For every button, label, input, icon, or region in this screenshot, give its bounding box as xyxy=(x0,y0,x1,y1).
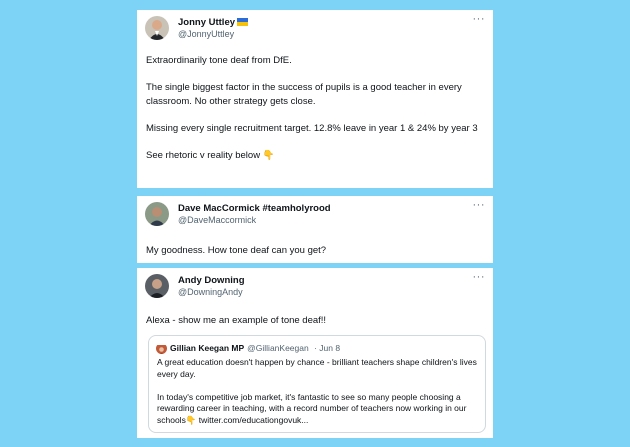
tweet-paragraph: Extraordinarily tone deaf from DfE. xyxy=(146,55,292,66)
author-handle[interactable]: @DowningAndy xyxy=(178,287,243,297)
more-options-icon[interactable]: ··· xyxy=(473,271,486,283)
tweet-paragraph-text: See rhetoric v reality below xyxy=(146,149,261,161)
quoted-paragraph: A great education doesn't happen by chan… xyxy=(157,357,477,379)
tweet-paragraph: Alexa - show me an example of tone deaf!… xyxy=(146,315,327,326)
quoted-avatar xyxy=(156,343,167,354)
tweet-text: My goodness. How tone deaf can you get? xyxy=(146,244,485,271)
author-name-text[interactable]: Jonny Uttley xyxy=(178,17,235,28)
more-options-icon[interactable]: ··· xyxy=(473,199,486,211)
author-name[interactable]: Jonny Uttley xyxy=(178,17,249,28)
avatar[interactable] xyxy=(145,16,169,40)
quoted-header: Gillian Keegan MP @GillianKeegan · Jun 8 xyxy=(170,343,340,353)
author-handle[interactable]: @JonnyUttley xyxy=(178,29,234,39)
quoted-author-name: Gillian Keegan MP xyxy=(170,343,245,353)
quoted-author-handle: @GillianKeegan xyxy=(247,343,309,353)
tweet-text: Extraordinarily tone deaf from DfE. The … xyxy=(146,54,485,176)
author-handle[interactable]: @DaveMaccormick xyxy=(178,215,256,225)
tweet-paragraph: Missing every single recruitment target.… xyxy=(146,122,478,134)
more-options-icon[interactable]: ··· xyxy=(473,13,486,25)
pointing-down-icon: 👇 xyxy=(262,149,275,161)
ukraine-flag-icon xyxy=(237,18,249,26)
avatar[interactable] xyxy=(145,202,169,226)
tweet-card[interactable]: Dave MacCormick #teamholyrood @DaveMacco… xyxy=(137,196,493,263)
tweet-card[interactable]: Andy Downing @DowningAndy ··· Alexa - sh… xyxy=(137,268,493,438)
author-name[interactable]: Andy Downing xyxy=(178,275,245,286)
avatar[interactable] xyxy=(145,274,169,298)
tweet-paragraph: The single biggest factor in the success… xyxy=(146,82,462,107)
quoted-text: A great education doesn't happen by chan… xyxy=(157,357,477,438)
quoted-tweet[interactable]: Gillian Keegan MP @GillianKeegan · Jun 8 … xyxy=(148,335,486,433)
quoted-paragraph: In today's competitive job market, it's … xyxy=(157,391,467,425)
tweet-paragraph: See rhetoric v reality below 👇 xyxy=(146,149,485,163)
tweet-card[interactable]: Jonny Uttley @JonnyUttley ··· Extraordin… xyxy=(137,10,493,188)
quoted-date: · Jun 8 xyxy=(314,343,341,353)
tweet-paragraph: My goodness. How tone deaf can you get? xyxy=(146,245,327,256)
author-name[interactable]: Dave MacCormick #teamholyrood xyxy=(178,203,331,214)
